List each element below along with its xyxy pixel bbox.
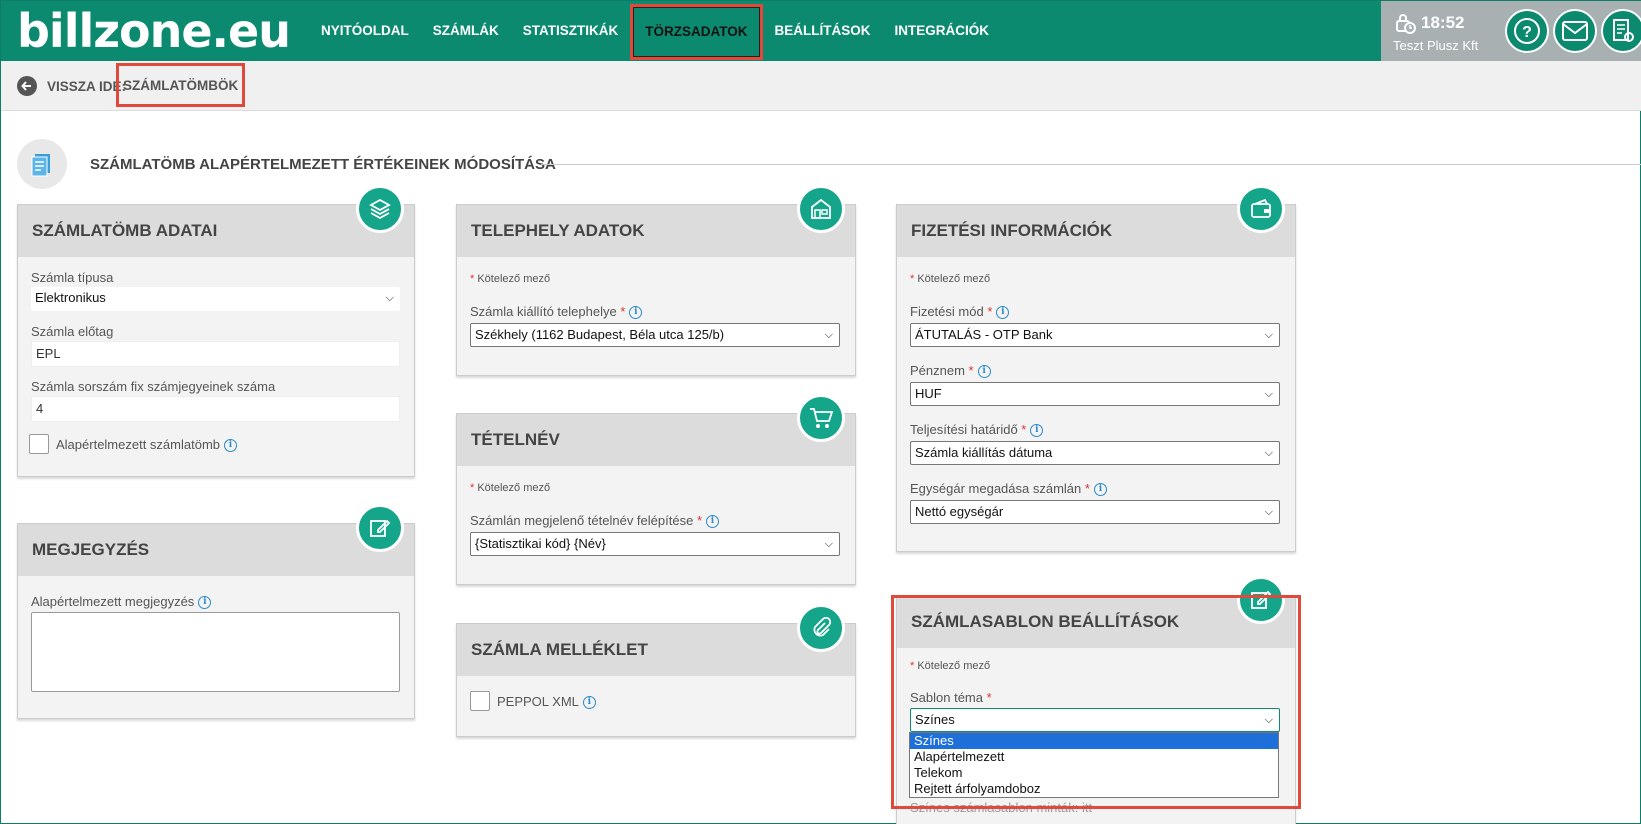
prefix-field[interactable]: EPL — [31, 341, 400, 367]
template-highlight — [891, 595, 1301, 809]
currency-label: Pénznem * i — [910, 363, 991, 379]
default-block-checkbox[interactable] — [29, 434, 49, 454]
help-icon[interactable]: ? — [1505, 9, 1549, 53]
edit-note-icon — [356, 504, 404, 552]
item-name-card: TÉTELNÉV * Kötelező mező Számlán megjele… — [456, 394, 856, 585]
card-title: SZÁMLA MELLÉKLET — [457, 624, 855, 676]
nav-item-settings[interactable]: BEÁLLÍTÁSOK — [763, 1, 883, 61]
invoice-type-label: Számla típusa — [31, 270, 114, 285]
item-name-value: {Statisztikai kód} {Név} — [475, 536, 606, 551]
chevron-down-icon: ⌵ — [824, 329, 833, 341]
payment-mode-label: Fizetési mód * i — [910, 304, 1010, 320]
site-value: Székhely (1162 Budapest, Béla utca 125/b… — [475, 327, 725, 342]
info-icon[interactable]: i — [198, 596, 212, 610]
deadline-value: Számla kiállítás dátuma — [915, 445, 1053, 460]
cart-icon — [797, 394, 845, 442]
currency-select[interactable]: HUF ⌵ — [910, 382, 1280, 406]
info-icon[interactable]: i — [1030, 424, 1044, 438]
svg-text:?: ? — [1522, 24, 1532, 41]
breadcrumb: VISSZA IDE: SZÁMLATÖMBÖK — [1, 61, 1641, 111]
digits-field[interactable]: 4 — [31, 396, 400, 422]
info-icon[interactable]: i — [224, 439, 238, 453]
required-note: * Kötelező mező — [470, 482, 551, 494]
nav-item-statistics[interactable]: STATISZTIKÁK — [511, 1, 631, 61]
unit-price-label: Egységár megadása számlán * i — [910, 481, 1107, 497]
card-title: FIZETÉSI INFORMÁCIÓK — [897, 205, 1295, 257]
attachment-card: SZÁMLA MELLÉKLET PEPPOL XML i — [456, 604, 856, 737]
chevron-down-icon: ⌵ — [1264, 506, 1273, 518]
info-icon[interactable]: i — [996, 306, 1010, 320]
chevron-down-icon: ⌵ — [1264, 447, 1273, 459]
back-link-label[interactable]: VISSZA IDE: — [47, 79, 126, 94]
unit-price-select[interactable]: Nettó egységár ⌵ — [910, 500, 1280, 524]
peppol-checkbox[interactable] — [470, 691, 490, 711]
digits-label: Számla sorszám fix számjegyeinek száma — [31, 379, 276, 394]
currency-value: HUF — [915, 386, 942, 401]
main-nav: NYITÓOLDAL SZÁMLÁK STATISZTIKÁK TÖRZSADA… — [309, 1, 1001, 61]
card-title: MEGJEGYZÉS — [18, 524, 414, 576]
info-icon[interactable]: i — [582, 696, 596, 710]
unit-price-value: Nettó egységár — [915, 504, 1004, 519]
top-bar: billzone.eu NYITÓOLDAL SZÁMLÁK STATISZTI… — [1, 1, 1641, 61]
card-title: TELEPHELY ADATOK — [457, 205, 855, 257]
user-box[interactable]: 18:52 Teszt Plusz Kft — [1381, 1, 1511, 61]
card-title: TÉTELNÉV — [457, 414, 855, 466]
mail-icon[interactable] — [1553, 9, 1597, 53]
wallet-icon — [1237, 185, 1285, 233]
lock-clock-icon — [1393, 11, 1417, 40]
site-select[interactable]: Székhely (1162 Budapest, Béla utca 125/b… — [470, 323, 840, 347]
nav-item-integrations[interactable]: INTEGRÁCIÓK — [883, 1, 1002, 61]
invoice-type-value: Elektronikus — [35, 290, 106, 305]
invoice-block-card: SZÁMLATÖMB ADATAI Számla típusa Elektron… — [17, 185, 415, 477]
info-icon[interactable]: i — [977, 365, 991, 379]
invoice-block-icon — [17, 139, 67, 189]
top-icon-group: ? — [1505, 1, 1641, 61]
item-name-select[interactable]: {Statisztikai kód} {Név} ⌵ — [470, 532, 840, 556]
logo[interactable]: billzone.eu — [17, 5, 291, 57]
store-icon — [797, 185, 845, 233]
payment-mode-value: ÁTUTALÁS - OTP Bank — [915, 327, 1053, 342]
required-note: * Kötelező mező — [910, 273, 991, 285]
default-note-textarea[interactable] — [31, 612, 400, 692]
required-note: * Kötelező mező — [470, 273, 551, 285]
layers-icon — [356, 185, 404, 233]
site-label: Számla kiállító telephelye * i — [470, 304, 643, 320]
chevron-down-icon: ⌵ — [1264, 329, 1273, 341]
deadline-select[interactable]: Számla kiállítás dátuma ⌵ — [910, 441, 1280, 465]
card-title: SZÁMLATÖMB ADATAI — [18, 205, 414, 257]
chevron-down-icon: ⌵ — [824, 538, 833, 550]
paperclip-icon — [797, 604, 845, 652]
back-arrow-icon[interactable] — [17, 76, 37, 96]
default-note-label: Alapértelmezett megjegyzés i — [31, 594, 212, 610]
peppol-label: PEPPOL XML i — [497, 694, 596, 710]
breadcrumb-current[interactable]: SZÁMLATÖMBÖK — [116, 63, 246, 107]
nav-item-home[interactable]: NYITÓOLDAL — [309, 1, 421, 61]
invoice-type-select[interactable]: Elektronikus ⌵ — [31, 287, 400, 311]
page-title: SZÁMLATÖMB ALAPÉRTELMEZETT ÉRTÉKEINEK MÓ… — [90, 156, 556, 173]
chevron-down-icon: ⌵ — [1264, 388, 1273, 400]
nav-item-master-data[interactable]: TÖRZSADATOK — [630, 4, 763, 60]
company-name: Teszt Plusz Kft — [1393, 38, 1479, 53]
divider — [541, 164, 1641, 165]
item-name-label: Számlán megjelenő tételnév felépítése * i — [470, 513, 719, 529]
payment-mode-select[interactable]: ÁTUTALÁS - OTP Bank ⌵ — [910, 323, 1280, 347]
note-card: MEGJEGYZÉS Alapértelmezett megjegyzés i — [17, 504, 415, 719]
info-icon[interactable]: i — [629, 306, 643, 320]
chevron-down-icon: ⌵ — [385, 292, 394, 304]
default-block-label: Alapértelmezett számlatömb i — [56, 437, 238, 453]
prefix-label: Számla előtag — [31, 324, 114, 339]
nav-item-invoices[interactable]: SZÁMLÁK — [421, 1, 511, 61]
info-icon[interactable]: i — [1093, 483, 1107, 497]
session-time: 18:52 — [1421, 13, 1465, 32]
info-icon[interactable]: i — [706, 515, 719, 529]
document-settings-icon[interactable] — [1601, 9, 1641, 53]
payment-card: FIZETÉSI INFORMÁCIÓK * Kötelező mező Fiz… — [896, 185, 1296, 552]
site-card: TELEPHELY ADATOK * Kötelező mező Számla … — [456, 185, 856, 376]
deadline-label: Teljesítési határidő * i — [910, 422, 1044, 438]
